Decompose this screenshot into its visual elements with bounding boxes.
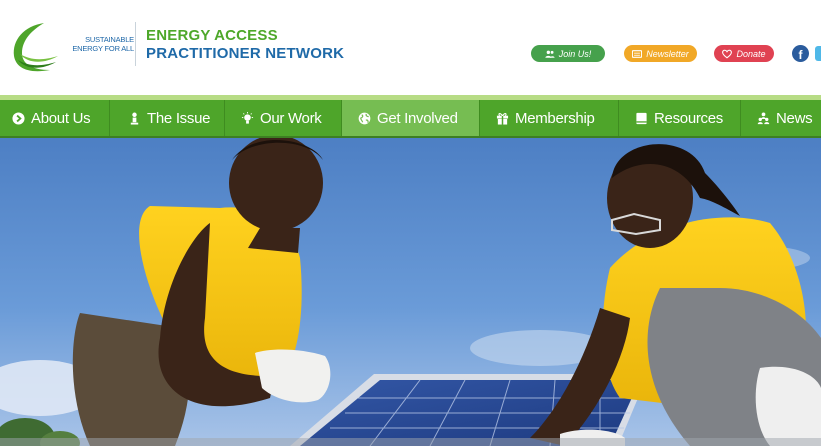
network-title-line1: ENERGY ACCESS	[146, 27, 278, 44]
nav-item-get-involved[interactable]: Get Involved	[342, 100, 480, 136]
donate-button[interactable]: Donate	[714, 45, 774, 62]
network-title-line2: PRACTITIONER NETWORK	[146, 45, 345, 62]
logo-text-line2: ENERGY FOR ALL	[72, 44, 134, 53]
facebook-glyph: f	[798, 48, 803, 62]
twitter-icon[interactable]	[815, 46, 821, 61]
heart-icon	[722, 49, 733, 58]
book-icon	[636, 112, 647, 124]
nav-item-the-issue[interactable]: The Issue	[110, 100, 225, 136]
join-us-button[interactable]: Join Us!	[531, 45, 605, 62]
nav-item-about-us[interactable]: About Us	[0, 100, 110, 136]
nav-label-resources: Resources	[654, 109, 723, 127]
people-icon	[757, 112, 770, 124]
hero-image	[0, 138, 821, 446]
main-navigation: About Us The Issue Our Work Get Involved	[0, 100, 821, 136]
logo-text: SUSTAINABLE ENERGY FOR ALL	[52, 35, 134, 53]
newsletter-label: Newsletter	[646, 48, 689, 59]
nav-label-membership: Membership	[515, 109, 595, 127]
page: SUSTAINABLE ENERGY FOR ALL ENERGY ACCESS…	[0, 0, 821, 446]
network-title[interactable]: ENERGY ACCESS PRACTITIONER NETWORK	[146, 27, 344, 63]
site-header: SUSTAINABLE ENERGY FOR ALL ENERGY ACCESS…	[0, 0, 821, 97]
users-icon	[545, 50, 555, 58]
globe-icon	[358, 112, 371, 124]
person-icon	[130, 112, 139, 125]
facebook-icon[interactable]: f	[792, 45, 809, 62]
logo-text-line1: SUSTAINABLE	[85, 35, 134, 44]
arrow-circle-icon	[12, 111, 25, 125]
newsletter-button[interactable]: Newsletter	[624, 45, 697, 62]
sustainable-energy-for-all-logo[interactable]: SUSTAINABLE ENERGY FOR ALL	[10, 20, 134, 74]
donate-label: Donate	[736, 48, 766, 59]
nav-label-get-involved: Get Involved	[377, 109, 458, 127]
nav-item-our-work[interactable]: Our Work	[225, 100, 342, 136]
nav-label-news: News	[776, 109, 813, 127]
nav-item-news[interactable]: News	[741, 100, 821, 136]
gift-icon	[496, 112, 509, 125]
newsletter-icon	[632, 49, 643, 58]
logo-divider	[135, 22, 136, 66]
join-us-label: Join Us!	[558, 48, 592, 59]
hero-photo	[0, 138, 821, 446]
nav-item-membership[interactable]: Membership	[480, 100, 619, 136]
lightbulb-icon	[241, 111, 254, 124]
nav-item-resources[interactable]: Resources	[619, 100, 741, 136]
nav-label-the-issue: The Issue	[147, 109, 211, 127]
nav-label-about-us: About Us	[31, 109, 91, 127]
nav-label-our-work: Our Work	[260, 109, 322, 127]
